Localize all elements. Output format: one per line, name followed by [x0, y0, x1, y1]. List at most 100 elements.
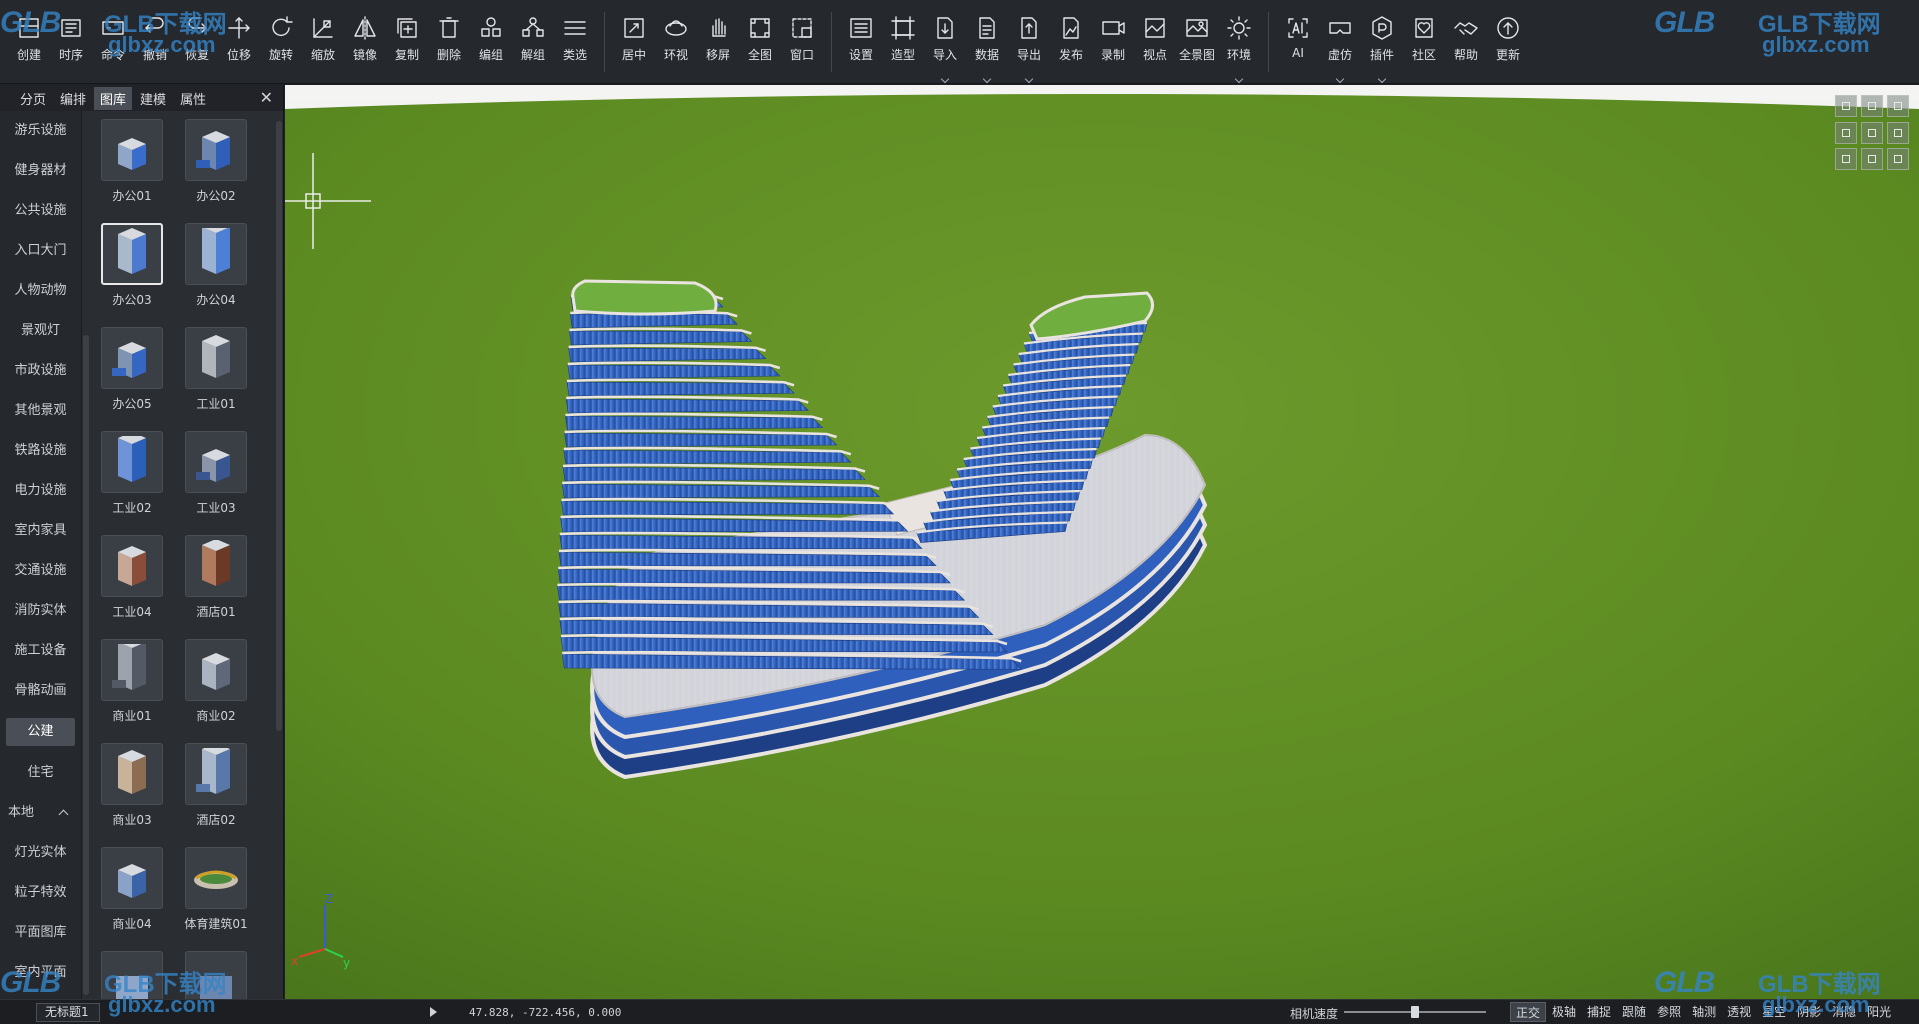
rotate-button[interactable]: 旋转 [260, 0, 302, 84]
command-button[interactable]: 命令 [92, 0, 134, 84]
nav-bottom-left-icon[interactable] [1835, 148, 1857, 171]
nav-left-icon[interactable] [1835, 121, 1857, 144]
export-button[interactable]: 导出 [1008, 0, 1050, 84]
mode-toggle[interactable]: 极轴 [1547, 1002, 1581, 1022]
mode-toggle[interactable]: 透视 [1722, 1002, 1756, 1022]
nav-top-right-icon[interactable] [1887, 95, 1909, 117]
category-item[interactable]: 交通设施 [0, 551, 81, 591]
settings-button[interactable]: 设置 [840, 0, 882, 84]
ai-button[interactable]: AI [1277, 0, 1319, 84]
model-thumbnail[interactable]: 工业04 [92, 535, 172, 620]
model-thumbnail[interactable]: 工业01 [176, 327, 256, 412]
move-button[interactable]: 位移 [218, 0, 260, 84]
category-group-header[interactable]: 本地 [0, 793, 81, 833]
community-button[interactable]: 社区 [1403, 0, 1445, 84]
model-thumbnail[interactable]: 工业03 [176, 431, 256, 516]
model-thumbnail[interactable]: 工业02 [92, 431, 172, 516]
category-item[interactable]: 室内平面 [0, 953, 81, 993]
model-thumbnail[interactable]: 商业02 [176, 639, 256, 724]
category-item[interactable]: 铁路设施 [0, 431, 81, 471]
nav-right-icon[interactable] [1887, 121, 1909, 144]
model-thumbnail[interactable]: 办公03 [92, 223, 172, 308]
help-handshake-button[interactable]: 帮助 [1445, 0, 1487, 84]
model-thumbnail[interactable] [176, 951, 256, 999]
model-thumbnail[interactable]: 办公05 [92, 327, 172, 412]
category-item[interactable]: 电力设施 [0, 471, 81, 511]
3d-viewport[interactable]: Z x y [285, 85, 1919, 999]
category-item[interactable]: 灯光实体 [0, 833, 81, 873]
category-item[interactable]: 其他景观 [0, 391, 81, 431]
model-thumbnail[interactable]: 商业01 [92, 639, 172, 724]
scale-button[interactable]: 缩放 [302, 0, 344, 84]
category-scrollbar[interactable] [83, 335, 89, 995]
category-item[interactable]: 平面图库 [0, 913, 81, 953]
category-item[interactable]: 游乐设施 [0, 111, 81, 151]
camera-speed-slider[interactable] [1344, 1006, 1486, 1018]
mode-toggle[interactable]: 捕捉 [1582, 1002, 1616, 1022]
thumbnail-scrollbar[interactable] [276, 121, 282, 731]
record-button[interactable]: 录制 [1092, 0, 1134, 84]
nav-bottom-right-icon[interactable] [1887, 148, 1909, 171]
pan-hand-button[interactable]: 移屏 [697, 0, 739, 84]
panel-tab[interactable]: 分页 [14, 87, 52, 110]
category-item[interactable]: 住宅 [0, 753, 81, 793]
panel-tab[interactable]: 编排 [54, 87, 92, 110]
environment-sun-button[interactable]: 环境 [1218, 0, 1260, 84]
category-item[interactable]: 施工设备 [0, 631, 81, 671]
category-item[interactable]: 市政设施 [0, 351, 81, 391]
mode-toggle[interactable]: 阳光 [1862, 1002, 1896, 1022]
panorama-button[interactable]: 全景图 [1176, 0, 1218, 84]
mode-toggle[interactable]: 阴影 [1792, 1002, 1826, 1022]
category-item[interactable]: 健身器材 [0, 151, 81, 191]
document-name[interactable]: 无标题1 [36, 1002, 100, 1022]
category-item[interactable]: 消防实体 [0, 591, 81, 631]
timeline-button[interactable]: 时序 [50, 0, 92, 84]
mode-toggle[interactable]: 参照 [1652, 1002, 1686, 1022]
undo-button[interactable]: 撤销 [134, 0, 176, 84]
nav-top-left-icon[interactable] [1835, 95, 1857, 117]
mode-toggle[interactable]: 正交 [1510, 1002, 1547, 1022]
panel-tab[interactable]: 图库 [94, 86, 133, 110]
category-item[interactable]: 入口大门 [0, 231, 81, 271]
publish-button[interactable]: 发布 [1050, 0, 1092, 84]
model-thumbnail[interactable] [92, 951, 172, 999]
nav-bottom-icon[interactable] [1861, 148, 1883, 171]
mode-toggle[interactable]: 星空 [1757, 1002, 1791, 1022]
category-item[interactable]: 骨骼动画 [0, 671, 81, 711]
category-item[interactable]: 人物动物 [0, 271, 81, 311]
center-button[interactable]: 居中 [613, 0, 655, 84]
import-button[interactable]: 导入 [924, 0, 966, 84]
zoom-window-button[interactable]: 窗口 [781, 0, 823, 84]
model-thumbnail[interactable]: 酒店01 [176, 535, 256, 620]
model-thumbnail[interactable]: 办公04 [176, 223, 256, 308]
modeling-button[interactable]: 造型 [882, 0, 924, 84]
mode-toggle[interactable]: 跟随 [1617, 1002, 1651, 1022]
play-icon[interactable] [430, 1007, 437, 1017]
zoom-extents-button[interactable]: 全图 [739, 0, 781, 84]
nav-center-icon[interactable] [1861, 121, 1883, 144]
orbit-button[interactable]: 环视 [655, 0, 697, 84]
create-button[interactable]: 创建 [8, 0, 50, 84]
data-button[interactable]: 数据 [966, 0, 1008, 84]
plugin-button[interactable]: 插件 [1361, 0, 1403, 84]
category-item[interactable]: 粒子特效 [0, 873, 81, 913]
class-select-button[interactable]: 类选 [554, 0, 596, 84]
model-thumbnail[interactable]: 商业03 [92, 743, 172, 828]
model-thumbnail[interactable]: 办公01 [92, 119, 172, 204]
3d-scene[interactable]: Z x y [285, 85, 1919, 999]
panel-tab[interactable]: 建模 [134, 87, 172, 110]
copy-button[interactable]: 复制 [386, 0, 428, 84]
panel-tab[interactable]: 属性 [174, 87, 212, 110]
model-thumbnail[interactable]: 酒店02 [176, 743, 256, 828]
model-thumbnail[interactable]: 体育建筑01 [176, 847, 256, 932]
vr-button[interactable]: 虚仿 [1319, 0, 1361, 84]
model-thumbnail[interactable]: 办公02 [176, 119, 256, 204]
category-item[interactable]: 景观灯 [0, 311, 81, 351]
category-item[interactable]: 公建 [6, 718, 75, 746]
close-icon[interactable]: ✕ [260, 88, 273, 107]
group-button[interactable]: 编组 [470, 0, 512, 84]
mode-toggle[interactable]: 消隐 [1827, 1002, 1861, 1022]
ungroup-button[interactable]: 解组 [512, 0, 554, 84]
category-item[interactable]: 室内家具 [0, 511, 81, 551]
mode-toggle[interactable]: 轴测 [1687, 1002, 1721, 1022]
